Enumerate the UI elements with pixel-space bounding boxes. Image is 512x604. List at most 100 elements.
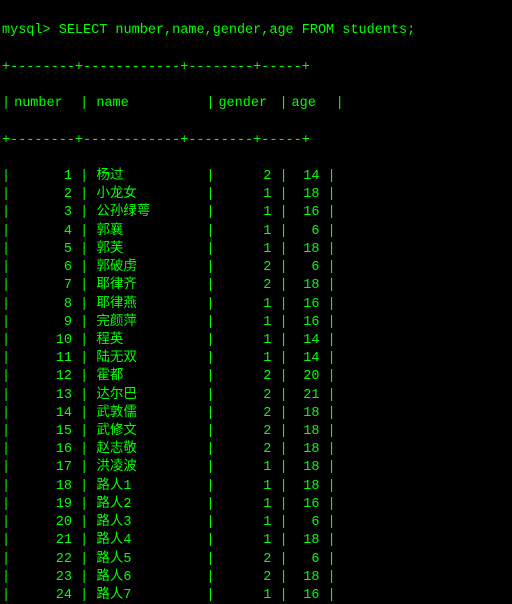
cell-gender: 1 — [214, 459, 279, 477]
table-row: |20 | 路人3|1 |6 | — [2, 514, 510, 532]
cell-name: 路人7 — [96, 587, 206, 604]
cell-age: 16 — [288, 204, 328, 222]
cell-name: 路人6 — [96, 569, 206, 587]
cell-age: 16 — [288, 496, 328, 514]
cell-number: 5 — [10, 241, 80, 259]
cell-number: 23 — [10, 569, 80, 587]
terminal-output: mysql> SELECT number,name,gender,age FRO… — [0, 0, 512, 604]
cell-name: 公孙绿萼 — [96, 204, 206, 222]
cell-gender: 2 — [214, 441, 279, 459]
table-row: |22 | 路人5|2 |6 | — [2, 551, 510, 569]
table-row: |12 | 霍都|2 |20 | — [2, 368, 510, 386]
cell-number: 10 — [10, 332, 80, 350]
table-row: |16 | 赵志敬|2 |18 | — [2, 441, 510, 459]
cell-name: 洪凌波 — [96, 459, 206, 477]
cell-gender: 1 — [214, 587, 279, 604]
mysql-prompt: mysql> — [2, 23, 59, 38]
table-row: |13 | 达尔巴|2 |21 | — [2, 387, 510, 405]
table-row: |11 | 陆无双|1 |14 | — [2, 350, 510, 368]
cell-gender: 1 — [214, 496, 279, 514]
cell-number: 6 — [10, 259, 80, 277]
col-header-number: number — [10, 95, 80, 113]
table-row: |23 | 路人6|2 |18 | — [2, 569, 510, 587]
cell-gender: 2 — [214, 405, 279, 423]
cell-number: 13 — [10, 387, 80, 405]
cell-gender: 2 — [214, 569, 279, 587]
cell-name: 达尔巴 — [96, 387, 206, 405]
cell-age: 21 — [288, 387, 328, 405]
cell-gender: 1 — [214, 223, 279, 241]
cell-number: 21 — [10, 532, 80, 550]
cell-gender: 1 — [214, 296, 279, 314]
cell-age: 16 — [288, 314, 328, 332]
cell-gender: 2 — [214, 277, 279, 295]
cell-name: 赵志敬 — [96, 441, 206, 459]
cell-age: 18 — [288, 277, 328, 295]
table-row: |7 | 耶律齐|2 |18 | — [2, 277, 510, 295]
table-row: |5 | 郭芙|1 |18 | — [2, 241, 510, 259]
cell-number: 15 — [10, 423, 80, 441]
table-header-row: |number| name|gender|age | — [2, 95, 510, 113]
cell-number: 1 — [10, 168, 80, 186]
cell-age: 6 — [288, 514, 328, 532]
cell-number: 22 — [10, 551, 80, 569]
cell-age: 14 — [288, 350, 328, 368]
cell-name: 郭襄 — [96, 223, 206, 241]
table-row: |9 | 完颜萍|1 |16 | — [2, 314, 510, 332]
cell-gender: 1 — [214, 532, 279, 550]
cell-name: 耶律齐 — [96, 277, 206, 295]
table-row: |18 | 路人1|1 |18 | — [2, 478, 510, 496]
cell-gender: 1 — [214, 478, 279, 496]
cell-age: 18 — [288, 241, 328, 259]
cell-number: 2 — [10, 186, 80, 204]
col-header-gender: gender — [214, 95, 279, 113]
cell-name: 陆无双 — [96, 350, 206, 368]
cell-name: 路人4 — [96, 532, 206, 550]
cell-gender: 1 — [214, 241, 279, 259]
cell-number: 20 — [10, 514, 80, 532]
cell-number: 11 — [10, 350, 80, 368]
cell-age: 16 — [288, 296, 328, 314]
cell-number: 17 — [10, 459, 80, 477]
cell-name: 路人2 — [96, 496, 206, 514]
cell-name: 杨过 — [96, 168, 206, 186]
table-separator-top: +--------+------------+--------+-----+ — [2, 59, 510, 77]
cell-gender: 1 — [214, 186, 279, 204]
cell-name: 程英 — [96, 332, 206, 350]
cell-number: 9 — [10, 314, 80, 332]
table-row: |1 | 杨过|2 |14 | — [2, 168, 510, 186]
cell-age: 14 — [288, 332, 328, 350]
cell-gender: 2 — [214, 259, 279, 277]
table-row: |10 | 程英|1 |14 | — [2, 332, 510, 350]
cell-name: 郭破虏 — [96, 259, 206, 277]
cell-age: 18 — [288, 478, 328, 496]
cell-number: 4 — [10, 223, 80, 241]
table-row: |2 | 小龙女|1 |18 | — [2, 186, 510, 204]
table-body: |1 | 杨过|2 |14 ||2 | 小龙女|1 |18 ||3 | 公孙绿萼… — [2, 168, 510, 604]
cell-gender: 2 — [214, 368, 279, 386]
cell-age: 6 — [288, 551, 328, 569]
cell-gender: 1 — [214, 314, 279, 332]
cell-gender: 1 — [214, 332, 279, 350]
table-row: |4 | 郭襄|1 |6 | — [2, 223, 510, 241]
cell-name: 路人1 — [96, 478, 206, 496]
cell-age: 18 — [288, 569, 328, 587]
cell-gender: 2 — [214, 387, 279, 405]
table-row: |21 | 路人4|1 |18 | — [2, 532, 510, 550]
cell-name: 小龙女 — [96, 186, 206, 204]
cell-number: 24 — [10, 587, 80, 604]
cell-age: 20 — [288, 368, 328, 386]
cell-age: 18 — [288, 186, 328, 204]
cell-number: 8 — [10, 296, 80, 314]
cell-gender: 1 — [214, 204, 279, 222]
cell-age: 18 — [288, 423, 328, 441]
cell-gender: 2 — [214, 168, 279, 186]
cell-name: 郭芙 — [96, 241, 206, 259]
sql-query: SELECT number,name,gender,age FROM stude… — [59, 23, 415, 38]
cell-gender: 1 — [214, 514, 279, 532]
cell-age: 6 — [288, 223, 328, 241]
table-row: |3 | 公孙绿萼|1 |16 | — [2, 204, 510, 222]
cell-name: 路人3 — [96, 514, 206, 532]
cell-name: 完颜萍 — [96, 314, 206, 332]
table-row: |14 | 武敦儒|2 |18 | — [2, 405, 510, 423]
